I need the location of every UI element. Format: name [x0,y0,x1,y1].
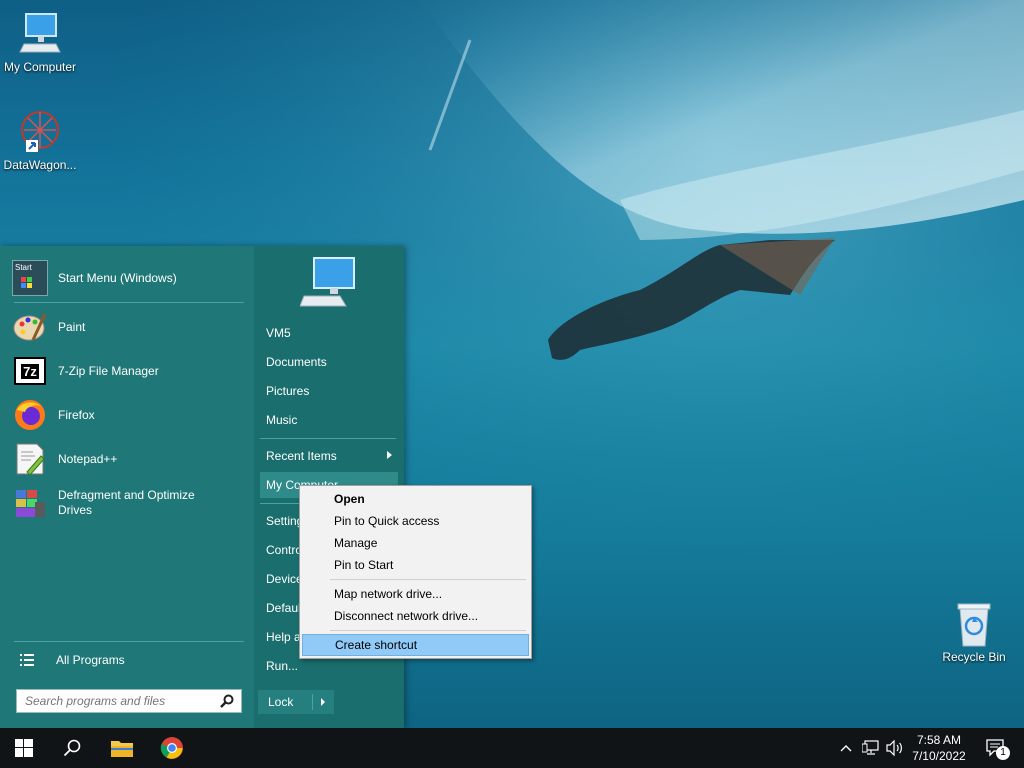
show-hidden-icons-button[interactable] [836,728,856,768]
context-label: Pin to Quick access [334,514,440,528]
context-create-shortcut[interactable]: Create shortcut [302,634,529,656]
file-explorer-button[interactable] [98,728,146,768]
program-label-line2: Drives [58,503,93,517]
chevron-up-icon [840,745,852,752]
place-music[interactable]: Music [260,407,398,433]
desktop-icon-label: DataWagon... [3,158,77,172]
program-paint[interactable]: Paint [12,307,244,347]
context-pin-quick-access[interactable]: Pin to Quick access [302,510,529,532]
place-label: Run... [266,659,299,673]
paint-icon [12,309,48,345]
list-icon [12,653,42,667]
defrag-icon [12,485,48,521]
search-icon [63,739,81,757]
context-label: Disconnect network drive... [334,609,479,623]
program-label: 7-Zip File Manager [58,363,159,378]
place-label: Recent Items [266,449,337,463]
context-label: Open [334,492,365,506]
context-label: Manage [334,536,378,550]
divider [260,438,396,439]
desktop-icon-datawagon[interactable]: DataWagon... [0,108,80,172]
place-recent-items[interactable]: Recent Items [260,443,398,469]
program-defragment[interactable]: Defragment and Optimize Drives [12,483,244,523]
chrome-icon [160,737,183,759]
program-label: Start Menu (Windows) [58,270,177,285]
context-label: Pin to Start [334,558,394,572]
start-button[interactable] [0,728,48,768]
program-start-menu-windows[interactable]: Start Start Menu (Windows) [12,258,244,298]
chrome-button[interactable] [148,728,196,768]
volume-button[interactable] [884,728,906,768]
lock-button[interactable]: Lock [258,690,334,714]
network-icon [862,740,879,755]
search-icon[interactable] [217,691,237,711]
desktop-icon-label: My Computer [3,60,77,74]
clock[interactable]: 7:58 AM 7/10/2022 [908,732,970,764]
program-label-line1: Defragment and Optimize [58,488,195,502]
context-menu: Open Pin to Quick access Manage Pin to S… [299,485,532,659]
place-documents[interactable]: Documents [260,349,398,375]
action-center-button[interactable]: 1 [978,728,1014,768]
chevron-right-icon [387,451,392,459]
divider [14,302,244,303]
all-programs-button[interactable]: All Programs [12,646,244,674]
place-vm5[interactable]: VM5 [260,320,398,346]
search-box[interactable] [16,689,242,713]
context-open[interactable]: Open [302,488,529,510]
network-button[interactable] [860,728,882,768]
context-label: Map network drive... [334,587,443,601]
start-menu-icon: Start [12,260,48,296]
divider [14,641,244,642]
context-label: Create shortcut [335,638,418,652]
place-label: Pictures [266,384,310,398]
search-input[interactable] [23,693,217,709]
taskbar: 7:58 AM 7/10/2022 1 [0,728,1024,768]
program-label: Paint [58,319,86,334]
lock-label: Lock [268,695,294,709]
context-disconnect-network-drive[interactable]: Disconnect network drive... [302,605,529,627]
program-7zip[interactable]: 7z 7-Zip File Manager [12,351,244,391]
program-firefox[interactable]: Firefox [12,395,244,435]
place-label: VM5 [266,326,291,340]
start-menu-programs-pane: Start Start Menu (Windows) Paint 7z 7-Zi… [0,246,254,728]
desktop-icon-label: Recycle Bin [942,650,1006,664]
clock-date: 7/10/2022 [912,749,966,763]
speaker-icon [886,740,902,756]
search-button[interactable] [48,728,96,768]
user-monitor-icon [299,256,358,312]
7zip-icon: 7z [12,353,48,389]
7zip-icon-text: 7z [21,363,39,379]
context-map-network-drive[interactable]: Map network drive... [302,583,529,605]
windows-logo-icon [15,739,33,757]
notepadpp-icon [12,441,48,477]
program-label: Defragment and Optimize Drives [58,488,195,518]
datawagon-icon [16,108,64,156]
notification-badge: 1 [996,746,1010,760]
desktop-icon-my-computer[interactable]: My Computer [0,10,80,74]
program-notepadpp[interactable]: Notepad++ [12,439,244,479]
monitor-icon [16,10,64,58]
desktop-icon-recycle-bin[interactable]: Recycle Bin [934,600,1014,664]
clock-time: 7:58 AM [916,733,962,747]
all-programs-label: All Programs [56,653,125,667]
divider [330,630,526,631]
context-pin-start[interactable]: Pin to Start [302,554,529,576]
program-label: Firefox [58,407,95,422]
start-menu-icon-text: Start [15,263,32,272]
folder-icon [111,741,133,757]
recycle-bin-icon [950,600,998,648]
place-pictures[interactable]: Pictures [260,378,398,404]
divider [312,694,313,710]
context-manage[interactable]: Manage [302,532,529,554]
divider [330,579,526,580]
chevron-right-icon[interactable] [321,698,325,706]
program-label: Notepad++ [58,451,118,466]
firefox-icon [12,397,48,433]
place-label: Documents [266,355,327,369]
place-label: Music [266,413,298,427]
